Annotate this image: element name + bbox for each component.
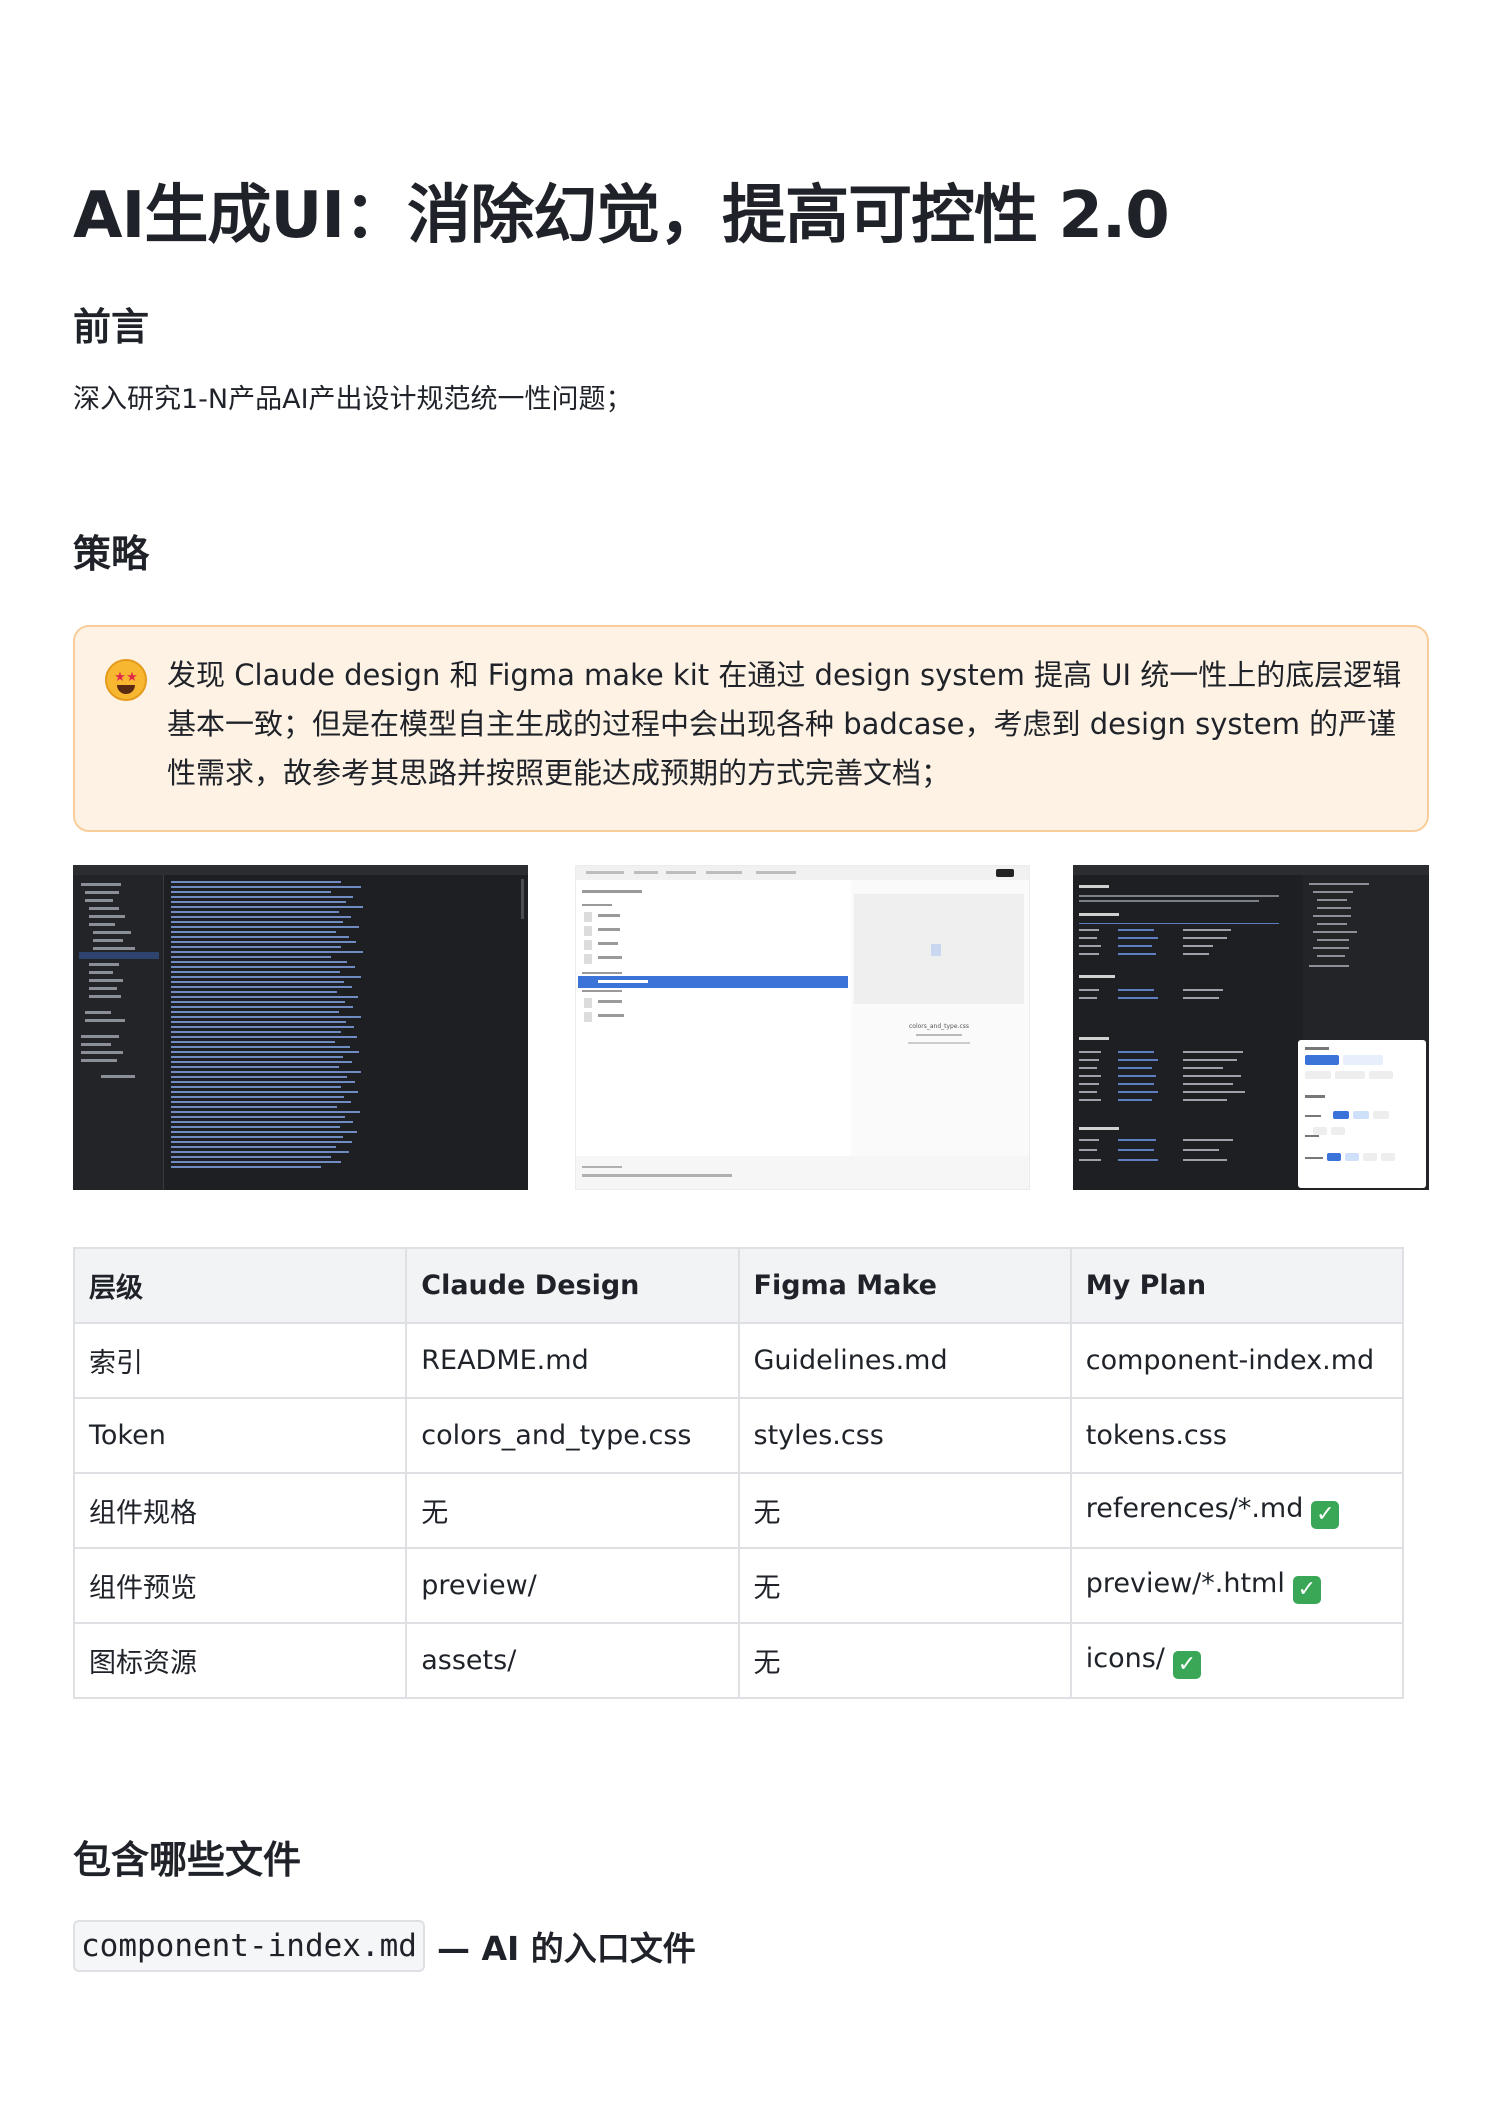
check-mark-button-icon: ✓ — [1292, 1575, 1321, 1604]
table-cell: assets/ — [405, 1622, 740, 1699]
star-struck-emoji-icon: ★ ★ — [105, 659, 147, 701]
cell-text: icons/ — [1085, 1642, 1165, 1674]
table-cell: colors_and_type.css — [405, 1397, 740, 1474]
table-cell: 无 — [737, 1547, 1072, 1624]
table-cell: 索引 — [72, 1322, 408, 1399]
table-row: Token colors_and_type.css styles.css tok… — [72, 1397, 1405, 1474]
table-cell: 组件预览 — [72, 1547, 408, 1624]
preface-heading: 前言 — [73, 305, 150, 349]
table-header-cell: Figma Make — [737, 1247, 1072, 1324]
table-cell: Guidelines.md — [737, 1322, 1072, 1399]
component-index-screenshot[interactable] — [1073, 865, 1429, 1190]
cell-text: references/*.md — [1085, 1492, 1304, 1524]
inline-code[interactable]: component-index.md — [73, 1920, 425, 1972]
code-editor-screenshot[interactable] — [73, 865, 528, 1190]
table-cell: 组件规格 — [72, 1472, 408, 1549]
table-cell: 图标资源 — [72, 1622, 408, 1699]
screenshot-gallery: colors_and_type.css — [73, 865, 1429, 1190]
table-cell: 无 — [737, 1472, 1072, 1549]
table-header-cell: 层级 — [72, 1247, 408, 1324]
cell-text: preview/*.html — [1085, 1567, 1285, 1599]
table-cell: references/*.md ✓ — [1069, 1472, 1405, 1549]
table-cell: preview/ — [405, 1547, 740, 1624]
table-header-cell: Claude Design — [405, 1247, 740, 1324]
table-header-cell: My Plan — [1069, 1247, 1405, 1324]
strategy-callout: ★ ★ 发现 Claude design 和 Figma make kit 在通过… — [73, 625, 1429, 832]
callout-text: 发现 Claude design 和 Figma make kit 在通过 de… — [167, 658, 1402, 790]
page-title: AI生成UI：消除幻觉，提高可控性 2.0 — [73, 179, 1170, 253]
preface-text: 深入研究1-N产品AI产出设计规范统一性问题； — [73, 384, 633, 415]
files-heading: 包含哪些文件 — [73, 1838, 302, 1882]
check-mark-button-icon: ✓ — [1311, 1500, 1340, 1529]
cell-text: component-index.md — [1085, 1345, 1375, 1376]
entry-file-line: component-index.md — AI 的入口文件 — [73, 1920, 696, 1974]
table-row: 组件规格 无 无 references/*.md ✓ — [72, 1472, 1405, 1549]
table-header-row: 层级 Claude Design Figma Make My Plan — [72, 1247, 1405, 1324]
table-cell: Token — [72, 1397, 408, 1474]
cell-text: tokens.css — [1085, 1420, 1227, 1451]
table-cell: 无 — [405, 1472, 740, 1549]
table-cell: preview/*.html ✓ — [1069, 1547, 1405, 1624]
table-cell: component-index.md — [1069, 1322, 1405, 1399]
table-cell: 无 — [737, 1622, 1072, 1699]
comparison-table: 层级 Claude Design Figma Make My Plan 索引 R… — [72, 1247, 1405, 1699]
preview-caption: colors_and_type.css — [909, 1023, 969, 1030]
entry-file-description: — AI 的入口文件 — [436, 1929, 696, 1968]
table-cell: README.md — [405, 1322, 740, 1399]
check-mark-button-icon: ✓ — [1172, 1650, 1201, 1679]
table-cell: icons/✓ — [1069, 1622, 1405, 1699]
table-row: 组件预览 preview/ 无 preview/*.html ✓ — [72, 1547, 1405, 1624]
table-cell: styles.css — [737, 1397, 1072, 1474]
table-row: 索引 README.md Guidelines.md component-ind… — [72, 1322, 1405, 1399]
table-row: 图标资源 assets/ 无 icons/✓ — [72, 1622, 1405, 1699]
design-system-files-screenshot[interactable]: colors_and_type.css — [575, 865, 1030, 1190]
strategy-heading: 策略 — [73, 532, 150, 576]
table-cell: tokens.css — [1069, 1397, 1405, 1474]
